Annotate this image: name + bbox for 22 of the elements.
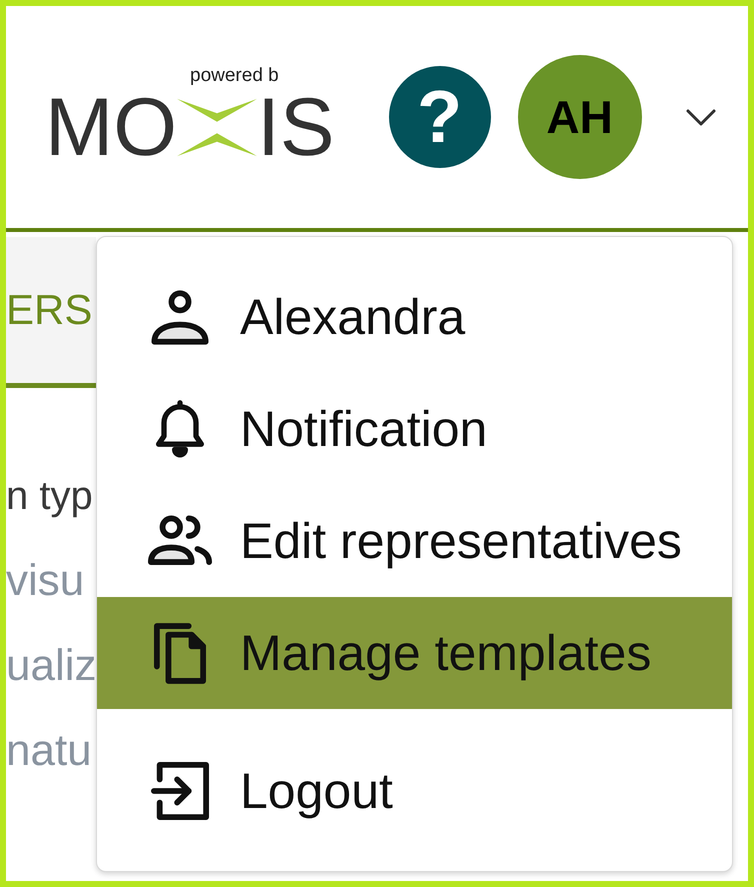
- logo-tagline: powered b: [190, 66, 280, 84]
- logo-mark-icon: [177, 97, 258, 158]
- logout-icon: [151, 762, 209, 820]
- avatar-button[interactable]: AH: [518, 55, 642, 179]
- body-text: n typ: [6, 476, 93, 516]
- logo-text: IS: [257, 86, 335, 168]
- menu-item[interactable]: Edit representatives: [97, 485, 732, 597]
- copy-icon: [154, 622, 206, 684]
- person-icon: [150, 288, 210, 346]
- logo-text: MO: [45, 86, 178, 168]
- body-text: visu: [6, 558, 84, 602]
- body-text: natu: [6, 728, 92, 772]
- menu-item[interactable]: Manage templates: [97, 597, 732, 709]
- body-text: ualiz: [6, 644, 96, 688]
- bell-icon: [156, 400, 204, 458]
- menu-item[interactable]: Notification: [97, 373, 732, 485]
- help-button[interactable]: ?: [388, 66, 491, 168]
- tab[interactable]: ERS: [6, 237, 96, 388]
- menu-item[interactable]: Logout: [97, 735, 732, 847]
- chevron-down-icon: [686, 108, 716, 126]
- people-icon: [148, 514, 212, 568]
- menu-item[interactable]: Alexandra: [97, 261, 732, 373]
